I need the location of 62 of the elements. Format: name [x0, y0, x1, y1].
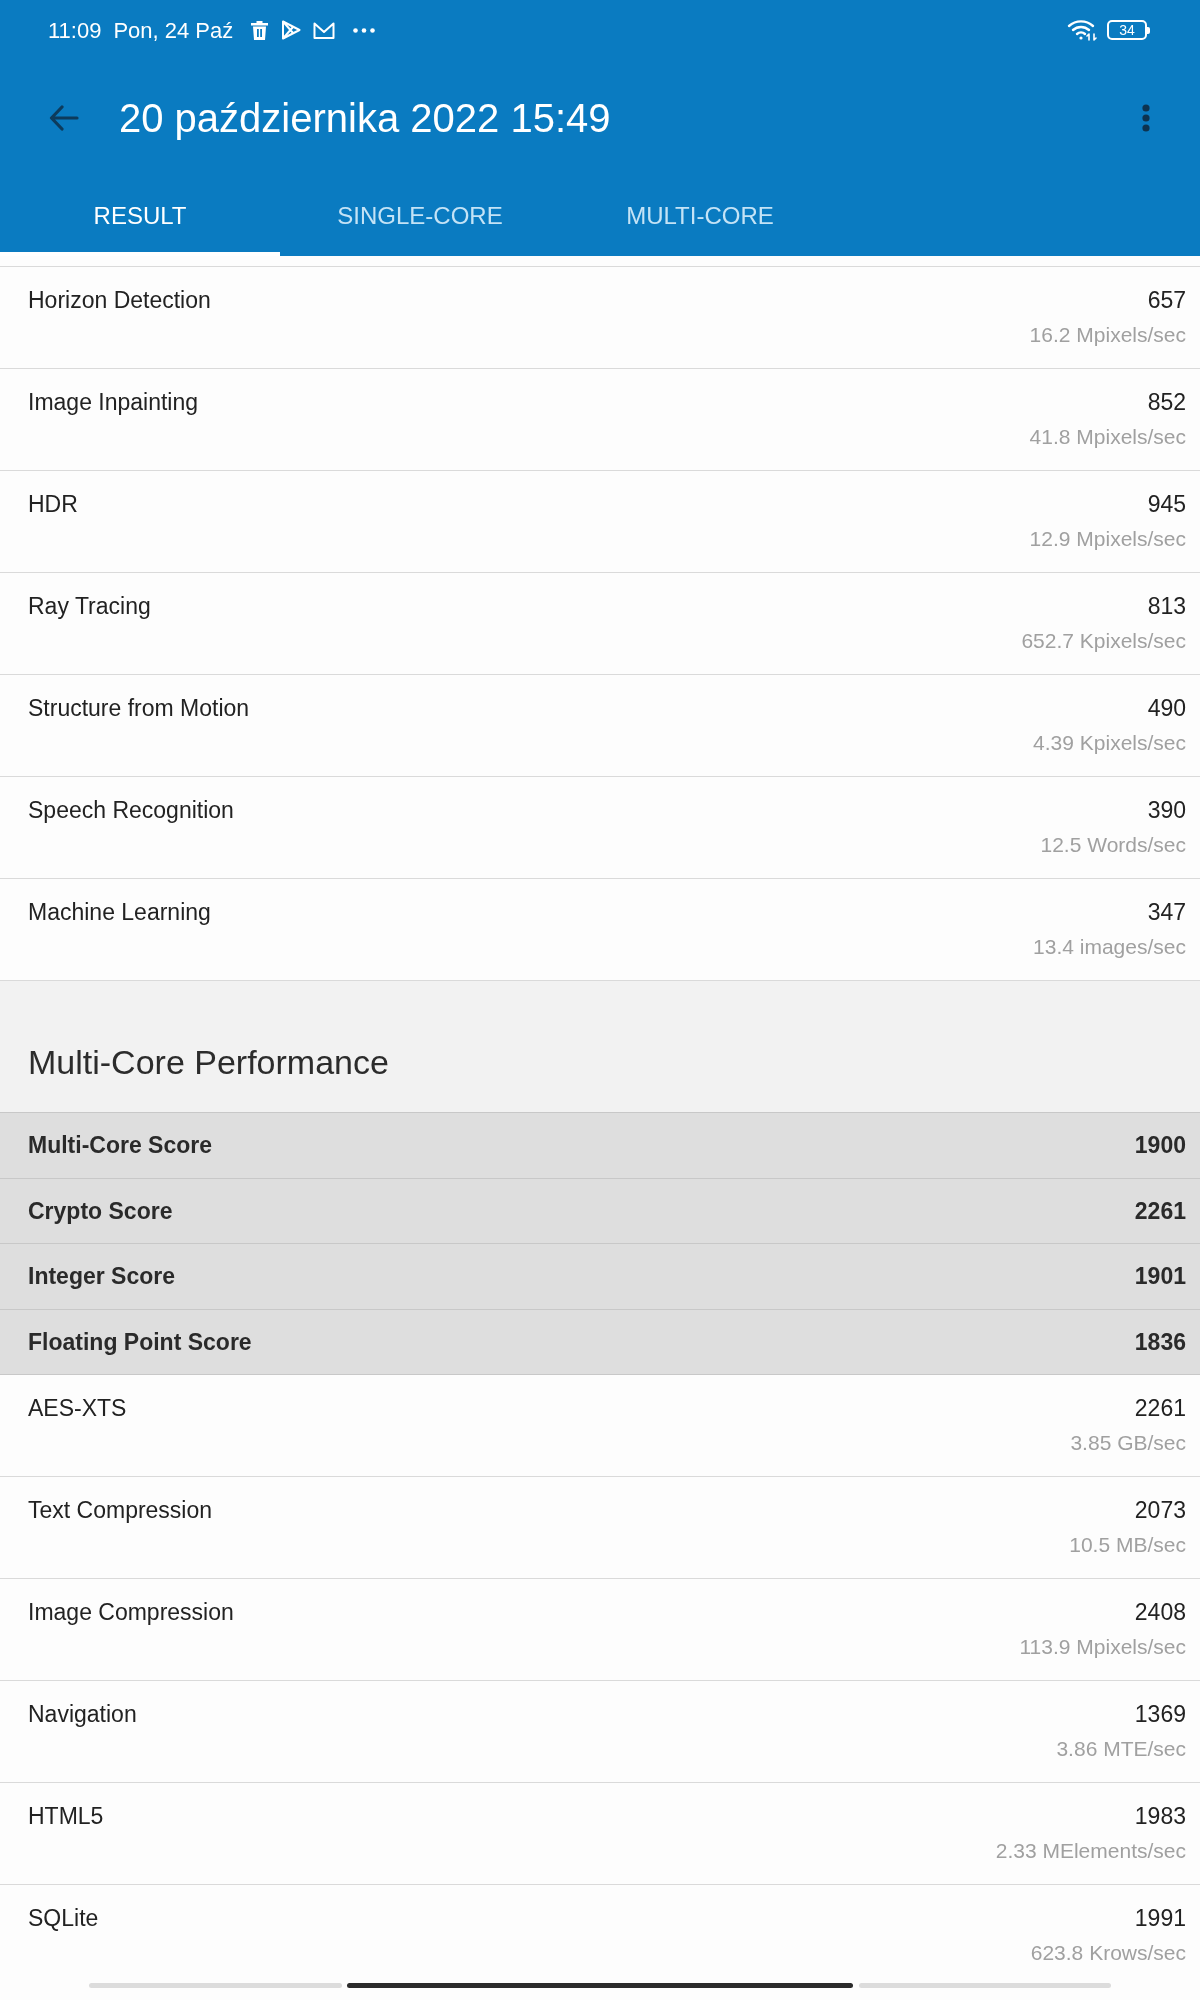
benchmark-rate: 623.8 Krows/sec — [1030, 1940, 1186, 1966]
benchmark-rate: 12.5 Words/sec — [1040, 832, 1186, 858]
benchmark-name: SQLite — [28, 1904, 99, 1932]
arrow-left-icon — [49, 105, 79, 131]
benchmark-rate: 12.9 Mpixels/sec — [1029, 526, 1186, 552]
benchmark-rate: 3.86 MTE/sec — [1056, 1736, 1186, 1762]
battery-percentage: 34 — [1119, 23, 1135, 37]
score-name: Floating Point Score — [28, 1327, 252, 1357]
benchmark-name: Structure from Motion — [28, 694, 250, 722]
trash-icon — [251, 20, 269, 40]
benchmark-rate: 652.7 Kpixels/sec — [1021, 628, 1186, 654]
score-name: Multi-Core Score — [28, 1131, 213, 1160]
score-value: 1901 — [1134, 1262, 1186, 1291]
benchmark-name: HDR — [28, 490, 78, 518]
benchmark-name: AES-XTS — [28, 1394, 127, 1422]
benchmark-score: 2261 — [1134, 1394, 1186, 1422]
benchmark-score: 1983 — [1134, 1802, 1186, 1830]
benchmark-score: 1991 — [1134, 1904, 1186, 1932]
benchmark-score: 1369 — [1134, 1700, 1186, 1728]
benchmark-rate: 4.39 Kpixels/sec — [1033, 730, 1186, 756]
benchmark-name: Machine Learning — [28, 898, 211, 926]
benchmark-score: 347 — [1147, 898, 1186, 926]
score-value: 1836 — [1134, 1327, 1186, 1357]
play-triangle-icon — [281, 20, 302, 40]
benchmark-rate: 3.85 GB/sec — [1070, 1430, 1186, 1456]
benchmark-name: Ray Tracing — [28, 592, 151, 620]
benchmark-name: Text Compression — [28, 1496, 213, 1524]
benchmark-rate: 113.9 Mpixels/sec — [1019, 1634, 1186, 1660]
mail-icon — [313, 21, 336, 39]
benchmark-rate: 2.33 MElements/sec — [995, 1838, 1186, 1864]
section-title: Multi-Core Performance — [28, 1042, 389, 1083]
benchmark-name: Navigation — [28, 1700, 137, 1728]
score-name: Integer Score — [28, 1262, 175, 1291]
benchmark-name: Image Inpainting — [28, 388, 199, 416]
benchmark-score: 813 — [1147, 592, 1186, 620]
benchmark-score: 657 — [1147, 286, 1186, 314]
benchmark-score: 2408 — [1134, 1598, 1186, 1626]
score-name: Crypto Score — [28, 1196, 173, 1226]
tab[interactable]: SINGLE-CORE — [280, 176, 560, 256]
more-vertical-icon — [1142, 104, 1150, 132]
benchmark-score: 2073 — [1134, 1496, 1186, 1524]
benchmark-name: HTML5 — [28, 1802, 104, 1830]
benchmark-score: 852 — [1147, 388, 1186, 416]
score-value: 1900 — [1134, 1131, 1186, 1160]
benchmark-name: Horizon Detection — [28, 286, 211, 314]
more-dots-icon — [353, 27, 376, 33]
benchmark-name: Speech Recognition — [28, 796, 234, 824]
status-date: Pon, 24 Paź — [113, 16, 234, 45]
tab[interactable]: MULTI-CORE — [560, 176, 840, 256]
status-time: 11:09 — [48, 16, 102, 45]
tab[interactable]: RESULT — [0, 176, 280, 256]
benchmark-rate: 16.2 Mpixels/sec — [1029, 322, 1186, 348]
score-value: 2261 — [1134, 1196, 1186, 1226]
benchmark-score: 945 — [1147, 490, 1186, 518]
benchmark-score: 390 — [1147, 796, 1186, 824]
benchmark-rate: 10.5 MB/sec — [1069, 1532, 1186, 1558]
benchmark-score: 490 — [1147, 694, 1186, 722]
screen-title: 20 października 2022 15:49 — [119, 95, 611, 142]
benchmark-rate: 13.4 images/sec — [1033, 934, 1186, 960]
benchmark-name: Image Compression — [28, 1598, 234, 1626]
wifi-icon — [1067, 19, 1097, 41]
benchmark-rate: 41.8 Mpixels/sec — [1029, 424, 1186, 450]
